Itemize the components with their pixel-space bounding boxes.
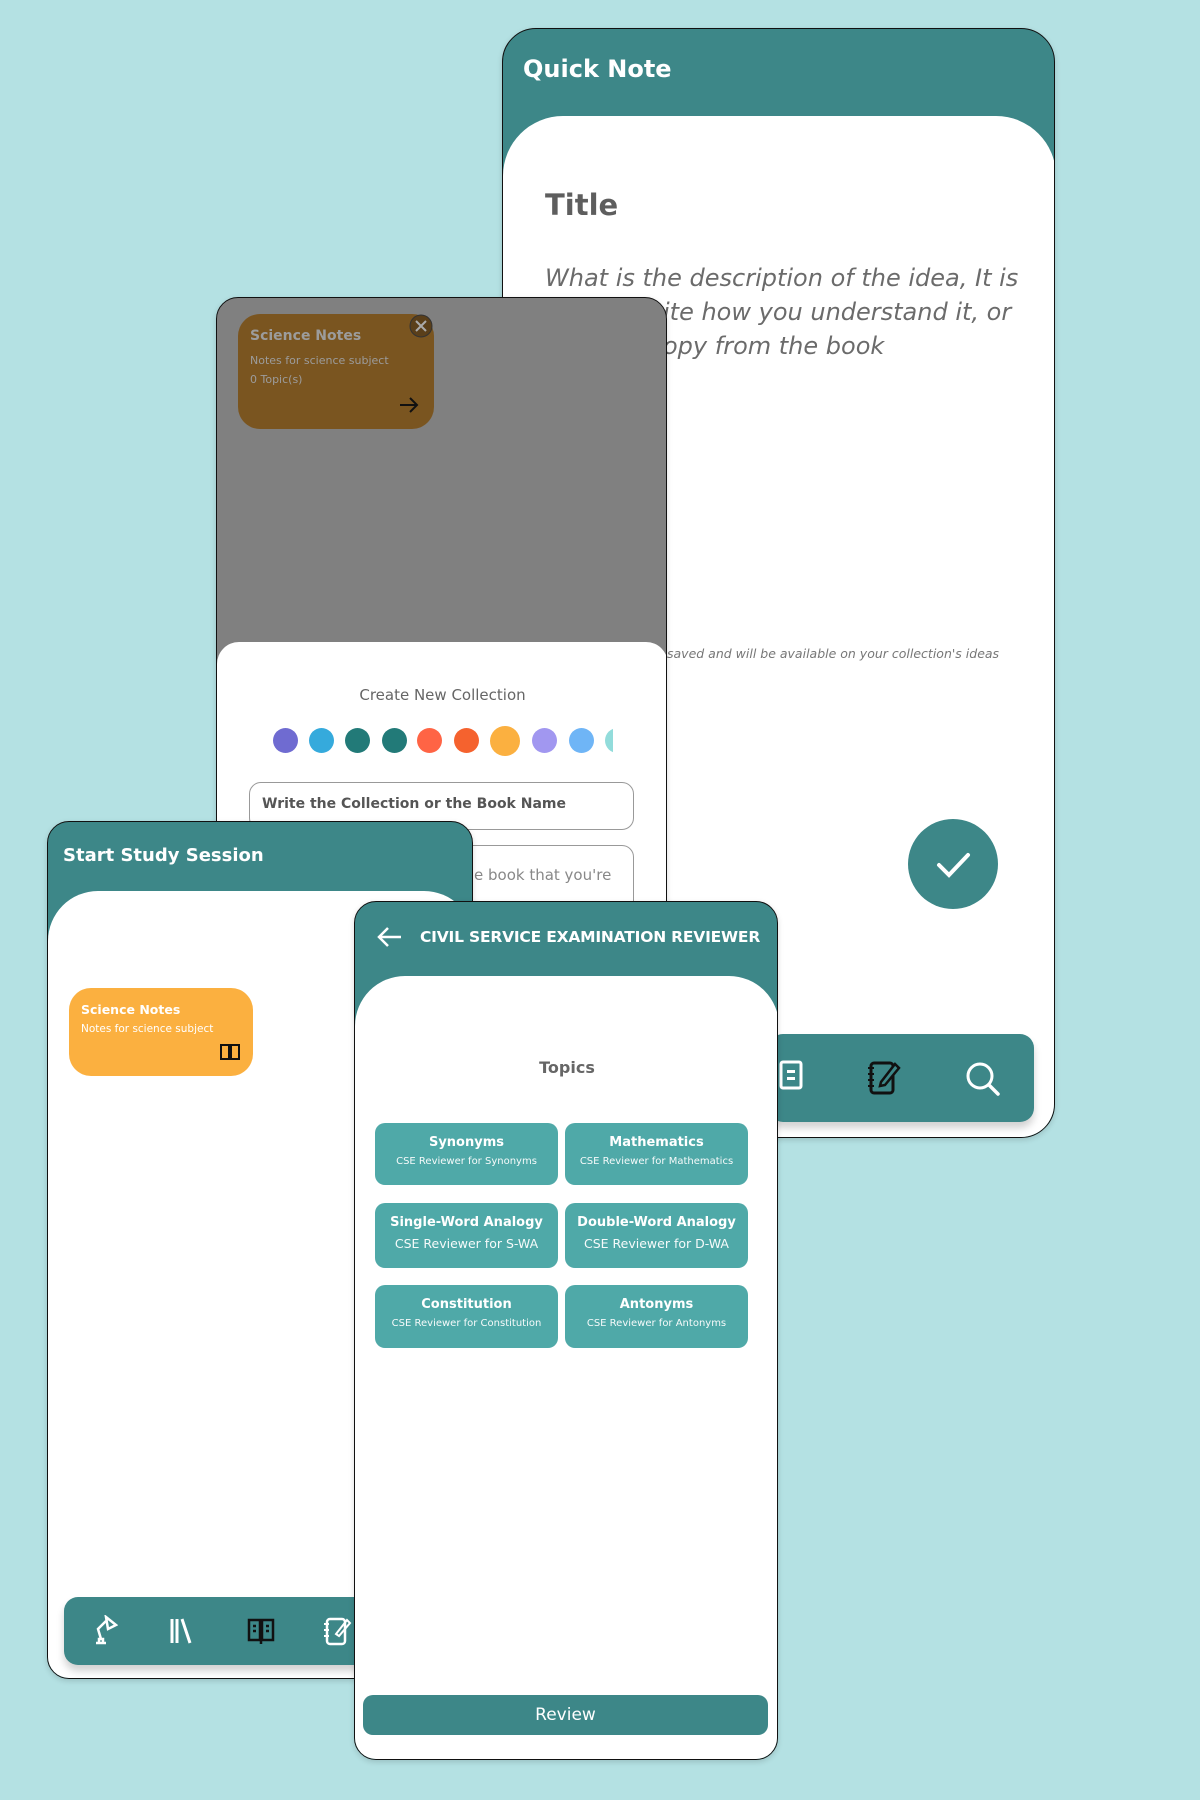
arrow-right-icon[interactable] [398, 396, 420, 414]
topic-title: Synonyms [428, 1135, 505, 1150]
back-arrow-icon[interactable] [375, 925, 403, 949]
card-count: 0 Topic(s) [250, 373, 303, 386]
color-option[interactable] [454, 728, 479, 753]
note-icon[interactable] [777, 1060, 807, 1096]
save-note-text: saved and will be available on your coll… [667, 646, 1000, 661]
topic-tile[interactable]: Synonyms CSE Reviewer for Synonyms [375, 1123, 558, 1185]
confirm-button[interactable] [908, 819, 998, 909]
topic-tile[interactable]: Mathematics CSE Reviewer for Mathematics [565, 1123, 748, 1185]
topic-tile[interactable]: Double-Word Analogy CSE Reviewer for D-WA [565, 1203, 748, 1268]
topic-tile[interactable]: Constitution CSE Reviewer for Constitutio… [375, 1285, 558, 1348]
study-session-title: Start Study Session [63, 845, 264, 866]
topic-subtitle: CSE Reviewer for Constitution [391, 1318, 542, 1329]
topic-title: Double-Word Analogy [577, 1215, 736, 1230]
card-subtitle: Notes for science subject [250, 354, 389, 367]
color-option-clipped[interactable] [605, 728, 613, 753]
topic-tile[interactable]: Antonyms CSE Reviewer for Antonyms [565, 1285, 748, 1348]
collection-card[interactable]: Science Notes Notes for science subject … [238, 314, 434, 429]
title-input[interactable]: Title [545, 188, 618, 222]
quick-note-title: Quick Note [523, 55, 672, 83]
desk-lamp-icon[interactable] [90, 1615, 118, 1647]
topic-title: Mathematics [609, 1135, 704, 1150]
review-button[interactable]: Review [363, 1695, 768, 1735]
topic-subtitle: CSE Reviewer for S-WA [394, 1236, 539, 1251]
color-option[interactable] [345, 728, 370, 753]
color-option[interactable] [569, 728, 594, 753]
topic-subtitle: CSE Reviewer for Antonyms [586, 1318, 727, 1329]
cse-title: CIVIL SERVICE EXAMINATION REVIEWER [420, 928, 761, 946]
topic-title: Single-Word Analogy [390, 1215, 543, 1230]
topic-subtitle: CSE Reviewer for Synonyms [396, 1156, 537, 1167]
check-icon [937, 853, 970, 878]
color-option[interactable] [382, 728, 407, 753]
close-icon[interactable] [409, 314, 433, 338]
description-placeholder: e book that you're [474, 866, 612, 884]
card-title: Science Notes [250, 328, 362, 344]
cse-body: Topics Synonyms CSE Reviewer for Synonyms… [355, 976, 777, 1759]
sheet-title: Create New Collection [359, 686, 526, 704]
name-placeholder: Write the Collection or the Book Name [262, 796, 566, 812]
topic-subtitle: CSE Reviewer for D-WA [584, 1236, 729, 1251]
collection-card[interactable]: Science Notes Notes for science subject [69, 988, 253, 1076]
card-title: Science Notes [81, 1002, 181, 1017]
color-option[interactable] [309, 728, 334, 753]
color-option[interactable] [532, 728, 557, 753]
notebook-pen-icon[interactable] [322, 1615, 352, 1647]
color-option[interactable] [273, 728, 298, 753]
open-book-icon[interactable] [246, 1615, 276, 1647]
bottom-nav [769, 1034, 1034, 1122]
color-option-selected[interactable] [490, 726, 520, 756]
topic-title: Antonyms [619, 1297, 694, 1312]
search-icon[interactable] [964, 1060, 1002, 1098]
topics-heading: Topics [539, 1058, 595, 1077]
open-book-icon[interactable] [219, 1042, 241, 1062]
notebook-pen-icon[interactable] [865, 1058, 901, 1098]
color-option[interactable] [417, 728, 442, 753]
description-line: What is the description of the idea, It … [545, 264, 1019, 292]
library-icon[interactable] [168, 1615, 196, 1647]
cse-reviewer-screen: CIVIL SERVICE EXAMINATION REVIEWER Topic… [354, 901, 778, 1760]
topic-tile[interactable]: Single-Word Analogy CSE Reviewer for S-WA [375, 1203, 558, 1268]
card-subtitle: Notes for science subject [81, 1023, 214, 1035]
topic-title: Constitution [421, 1297, 512, 1312]
topic-subtitle: CSE Reviewer for Mathematics [579, 1156, 734, 1167]
